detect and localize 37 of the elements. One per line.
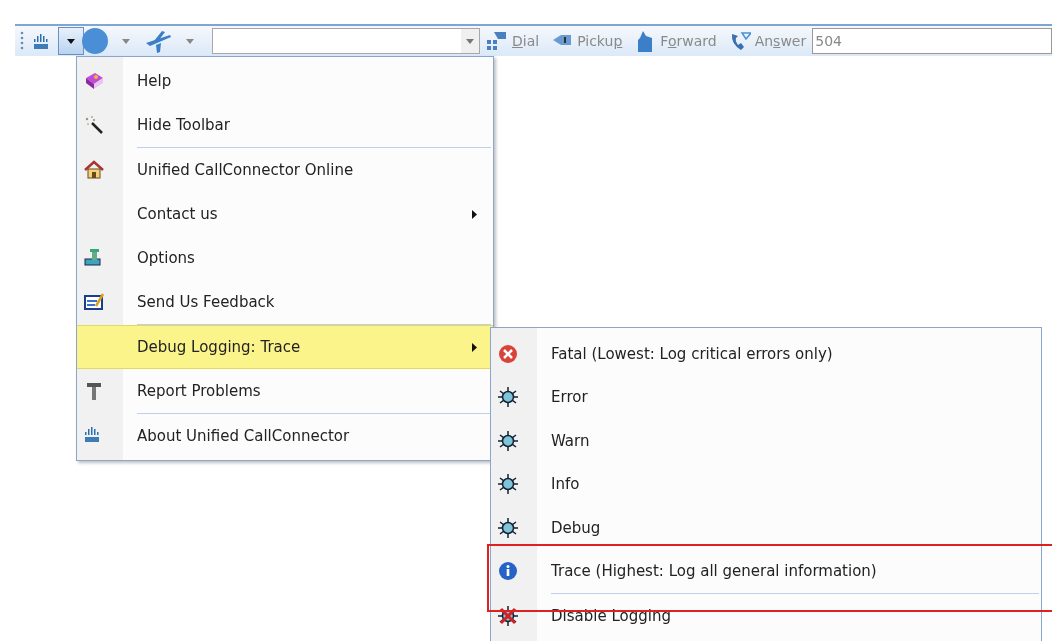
- airplane-icon: [144, 29, 172, 53]
- menu-item[interactable]: Debug Logging: Trace: [77, 325, 493, 369]
- menu-item[interactable]: Report Problems: [77, 369, 493, 413]
- menu-item[interactable]: Debug: [491, 506, 1041, 550]
- menu-item[interactable]: Fatal (Lowest: Log critical errors only): [491, 332, 1041, 376]
- menu-item[interactable]: Error: [491, 375, 1041, 419]
- menu-item[interactable]: Unified CallConnector Online: [77, 148, 493, 192]
- disabled-bug-icon: [497, 604, 519, 627]
- menu-item[interactable]: Help: [77, 59, 493, 103]
- presence-circle-icon: [82, 28, 108, 54]
- house-icon: [83, 159, 105, 181]
- info-icon: [497, 560, 519, 583]
- caret-icon: [466, 38, 474, 44]
- grip-icon: [20, 31, 24, 51]
- magic-wand-icon: [83, 114, 105, 136]
- caret-icon: [186, 38, 194, 44]
- error-circle-icon: [497, 342, 519, 365]
- caret-icon: [122, 38, 130, 44]
- bug-icon: [497, 386, 519, 409]
- caret-icon: [67, 38, 75, 44]
- menu-item[interactable]: About Unified CallConnector: [77, 414, 493, 458]
- menu-dropdown-button[interactable]: [58, 27, 84, 55]
- menu-item[interactable]: Info: [491, 462, 1041, 506]
- book-icon: [83, 70, 105, 92]
- menu-item[interactable]: Contact us: [77, 192, 493, 236]
- menu-item[interactable]: Options: [77, 236, 493, 280]
- number-field[interactable]: 504: [812, 28, 1052, 54]
- cisco-logo-icon: [32, 32, 50, 50]
- menu-item[interactable]: Send Us Feedback: [77, 280, 493, 324]
- form-pen-icon: [83, 291, 105, 313]
- menu-item[interactable]: Trace (Highest: Log all general information): [491, 549, 1041, 593]
- menu-item[interactable]: Hide Toolbar: [77, 103, 493, 147]
- bug-icon: [497, 429, 519, 452]
- bug-icon: [497, 516, 519, 539]
- dial-pad-icon: [486, 30, 508, 52]
- menu-item[interactable]: Warn: [491, 419, 1041, 463]
- bug-icon: [497, 473, 519, 496]
